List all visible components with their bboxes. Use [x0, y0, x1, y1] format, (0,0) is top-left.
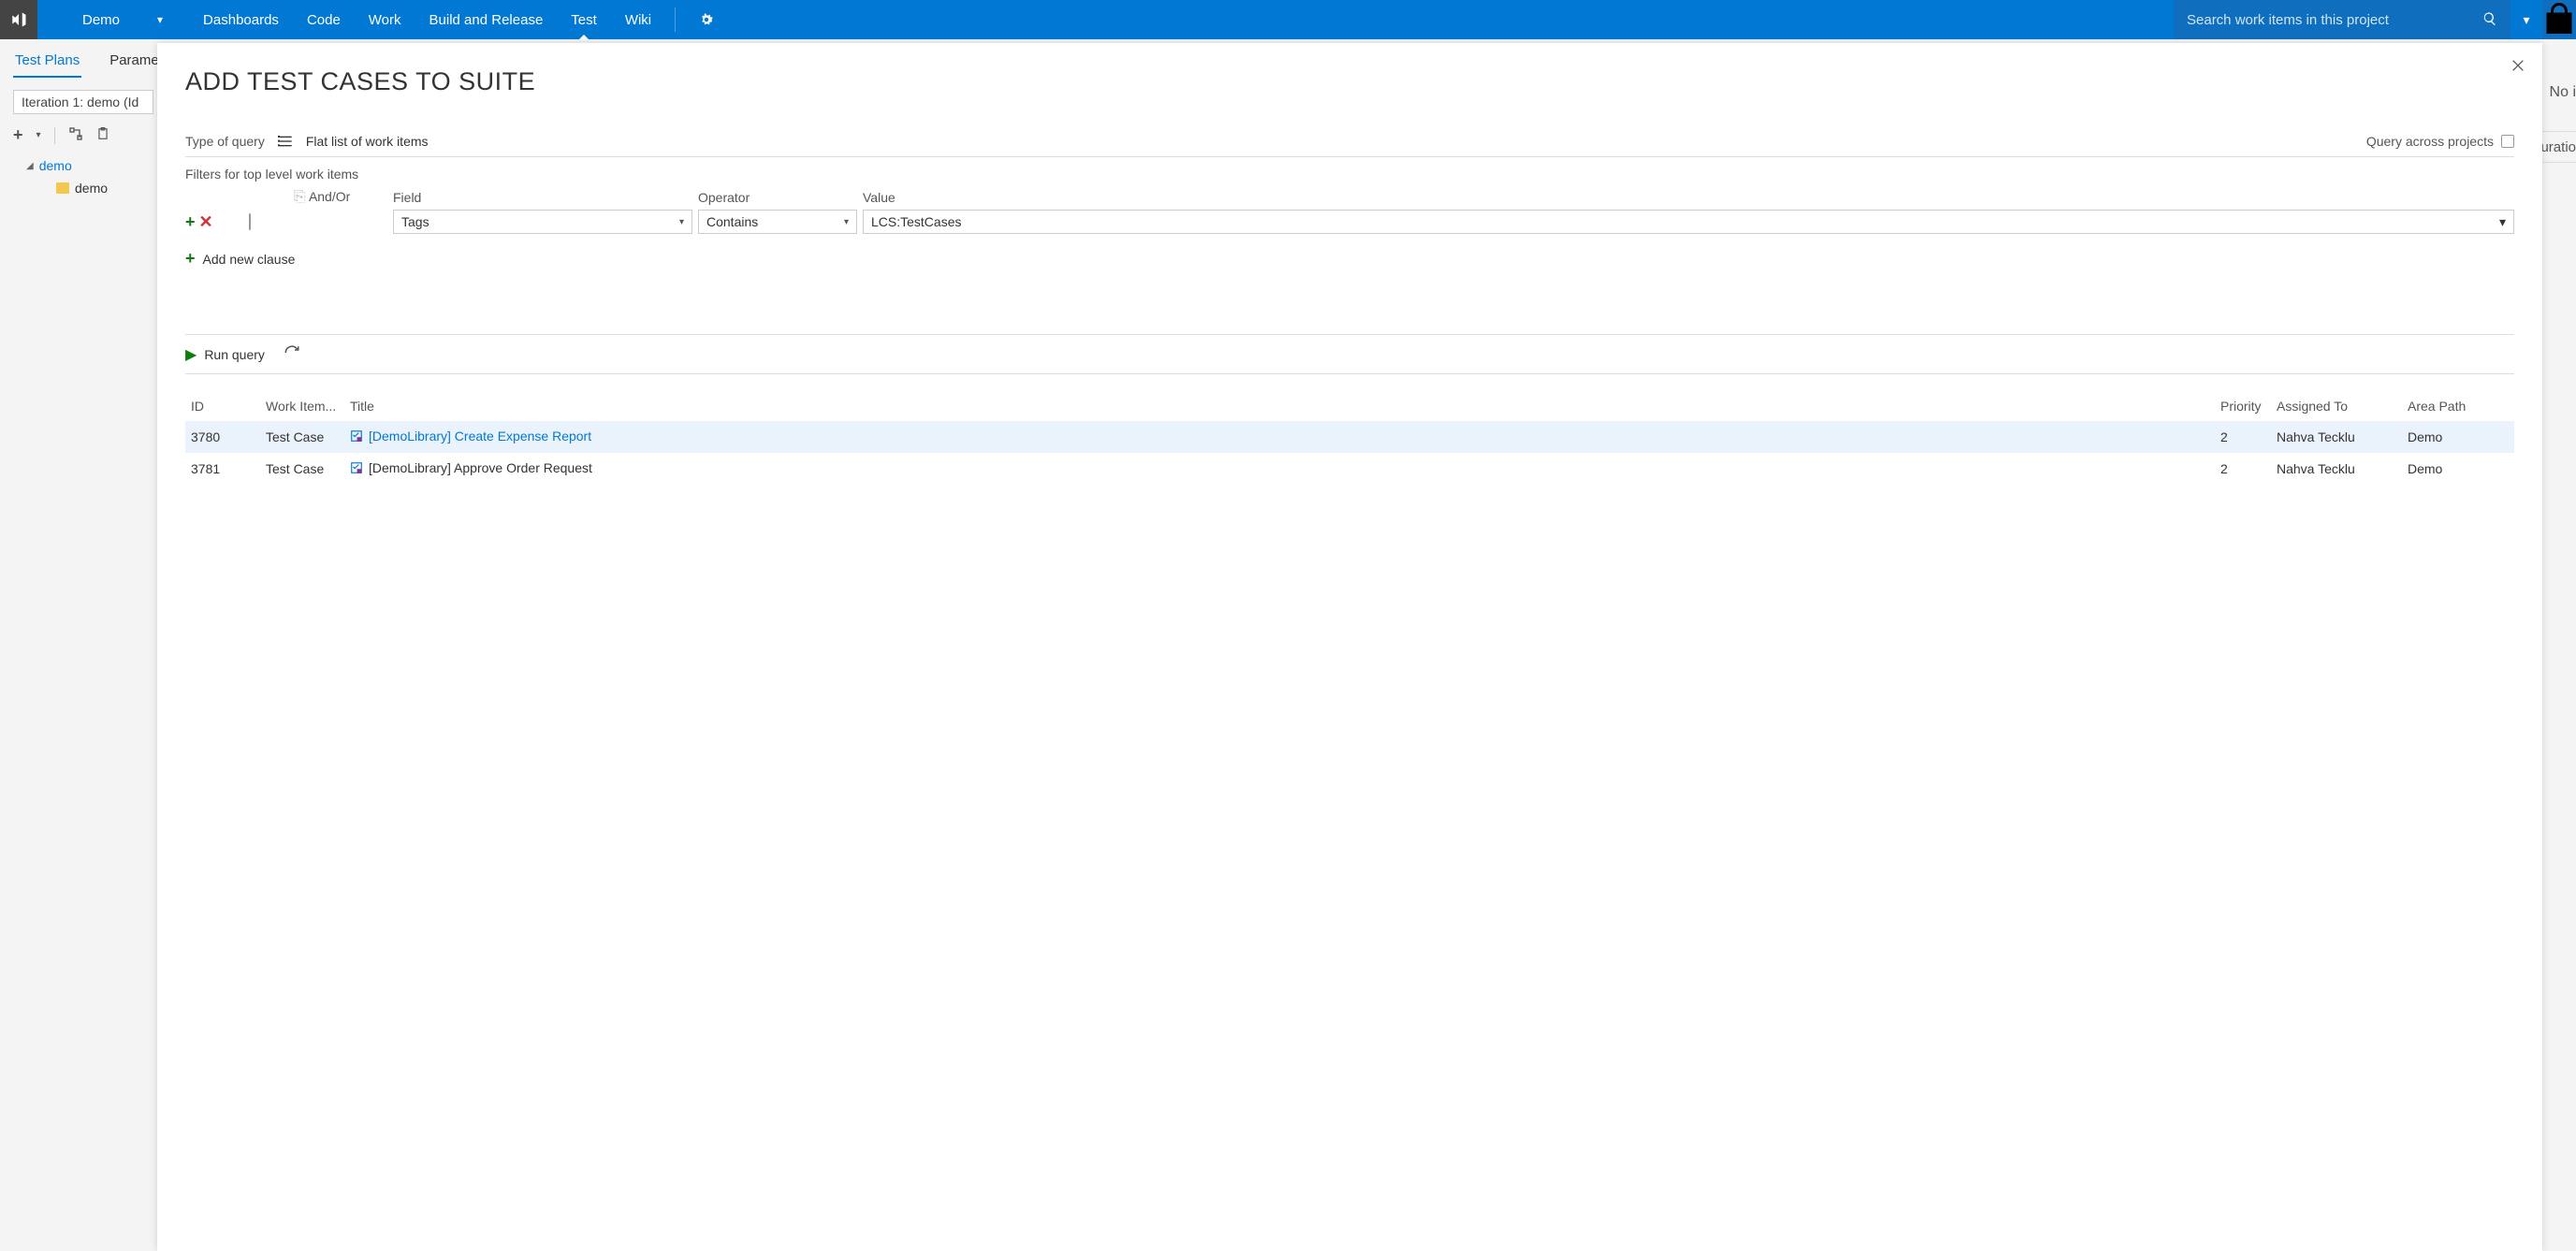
header-right-icons: ▾	[2511, 0, 2576, 39]
nav-dashboards[interactable]: Dashboards	[189, 0, 293, 39]
play-icon: ▶	[185, 345, 196, 364]
cell-priority: 2	[2215, 453, 2271, 485]
shopping-bag-icon[interactable]	[2542, 0, 2576, 39]
tree-root-label: demo	[39, 158, 72, 173]
group-icon: ⎘	[294, 189, 306, 205]
hierarchy-icon[interactable]	[68, 126, 83, 144]
add-clause-label: Add new clause	[203, 252, 296, 267]
nav-divider	[675, 7, 676, 32]
chevron-down-icon: ▾	[2499, 214, 2506, 230]
flat-list-icon	[278, 135, 293, 148]
header-id[interactable]: ID	[185, 391, 260, 421]
cell-title: [DemoLibrary] Create Expense Report	[344, 421, 2215, 453]
project-name: Demo	[82, 12, 120, 28]
title-link[interactable]: [DemoLibrary] Approve Order Request	[369, 460, 592, 475]
filters-heading: Filters for top level work items	[185, 167, 2514, 182]
refresh-icon[interactable]	[284, 344, 300, 364]
cell-priority: 2	[2215, 421, 2271, 453]
filter-grid: ⎘ And/Or Field Operator Value + ✕ Tags ▾…	[185, 189, 2514, 234]
type-of-query-label: Type of query	[185, 134, 265, 149]
query-across-projects-label: Query across projects	[2366, 134, 2494, 149]
tree-child-label: demo	[75, 181, 108, 196]
query-type-row: Type of query Flat list of work items Qu…	[185, 134, 2514, 157]
remove-filter-icon[interactable]: ✕	[199, 212, 213, 232]
add-test-cases-dialog: ADD TEST CASES TO SUITE Type of query Fl…	[157, 43, 2542, 1251]
filter-checkbox[interactable]	[249, 213, 251, 230]
type-of-query-value: Flat list of work items	[306, 134, 429, 149]
cell-assigned: Nahva Tecklu	[2271, 453, 2402, 485]
clipboard-icon[interactable]	[96, 126, 109, 144]
col-value: Value	[863, 190, 2514, 209]
table-row[interactable]: 3780Test Case [DemoLibrary] Create Expens…	[185, 421, 2514, 453]
vs-logo[interactable]	[0, 0, 37, 39]
results-grid: ID Work Item... Title Priority Assigned …	[185, 391, 2514, 485]
search-box[interactable]	[2174, 0, 2511, 39]
project-dropdown[interactable]: Demo ▾	[37, 0, 189, 39]
chevron-down-icon[interactable]: ▾	[2511, 12, 2542, 28]
nav-code[interactable]: Code	[293, 0, 355, 39]
cell-id: 3781	[185, 453, 260, 485]
header-priority[interactable]: Priority	[2215, 391, 2271, 421]
cell-assigned: Nahva Tecklu	[2271, 421, 2402, 453]
tab-parameters[interactable]: Parame	[108, 52, 161, 68]
cell-title: [DemoLibrary] Approve Order Request	[344, 453, 2215, 485]
header-work-item[interactable]: Work Item...	[260, 391, 344, 421]
chevron-down-icon: ▾	[844, 217, 849, 227]
test-case-icon	[350, 429, 363, 445]
title-link[interactable]: [DemoLibrary] Create Expense Report	[369, 429, 591, 444]
operator-select[interactable]: Contains ▾	[698, 210, 857, 234]
cell-wit: Test Case	[260, 453, 344, 485]
field-value: Tags	[401, 214, 429, 229]
value-text: LCS:TestCases	[871, 214, 961, 229]
plus-icon: +	[185, 249, 196, 269]
search-icon[interactable]	[2482, 11, 2497, 29]
cell-wit: Test Case	[260, 421, 344, 453]
top-nav: Demo ▾ Dashboards Code Work Build and Re…	[0, 0, 2576, 39]
nav-work[interactable]: Work	[355, 0, 415, 39]
operator-value: Contains	[706, 214, 758, 229]
run-query-label: Run query	[204, 347, 265, 362]
cell-area: Demo	[2402, 421, 2514, 453]
header-title[interactable]: Title	[344, 391, 2215, 421]
value-input[interactable]: LCS:TestCases ▾	[863, 210, 2514, 234]
col-andor: ⎘ And/Or	[294, 189, 387, 210]
divider	[54, 127, 55, 144]
iteration-box[interactable]: Iteration 1: demo (Id	[13, 90, 153, 114]
gear-icon[interactable]	[685, 0, 728, 39]
chevron-down-icon: ▾	[157, 13, 163, 26]
col-field: Field	[393, 190, 692, 209]
query-across-projects-checkbox[interactable]	[2501, 135, 2514, 148]
nav-links: Dashboards Code Work Build and Release T…	[189, 0, 728, 39]
cell-area: Demo	[2402, 453, 2514, 485]
run-query-button[interactable]: ▶ Run query	[185, 345, 265, 364]
add-filter-icon[interactable]: +	[185, 212, 196, 232]
header-assigned[interactable]: Assigned To	[2271, 391, 2402, 421]
tab-test-plans[interactable]: Test Plans	[13, 52, 81, 78]
nav-wiki[interactable]: Wiki	[611, 0, 665, 39]
plus-icon[interactable]: +	[13, 125, 23, 145]
chevron-down-icon: ▾	[679, 217, 684, 227]
add-new-clause[interactable]: + Add new clause	[185, 249, 2514, 269]
field-select[interactable]: Tags ▾	[393, 210, 692, 234]
right-cut-text-1: No i	[2544, 79, 2576, 107]
dialog-title: ADD TEST CASES TO SUITE	[185, 67, 2514, 96]
triangle-down-icon: ◢	[26, 161, 34, 171]
table-row[interactable]: 3781Test Case [DemoLibrary] Approve Order…	[185, 453, 2514, 485]
run-toolbar: ▶ Run query	[185, 334, 2514, 374]
header-area[interactable]: Area Path	[2402, 391, 2514, 421]
folder-icon	[56, 182, 69, 194]
nav-test[interactable]: Test	[557, 0, 611, 39]
close-icon[interactable]	[2511, 58, 2525, 76]
nav-build-release[interactable]: Build and Release	[415, 0, 558, 39]
col-operator: Operator	[698, 190, 857, 209]
test-case-icon	[350, 461, 363, 477]
chevron-down-icon[interactable]: ▾	[36, 130, 41, 140]
search-input[interactable]	[2187, 12, 2475, 28]
cell-id: 3780	[185, 421, 260, 453]
